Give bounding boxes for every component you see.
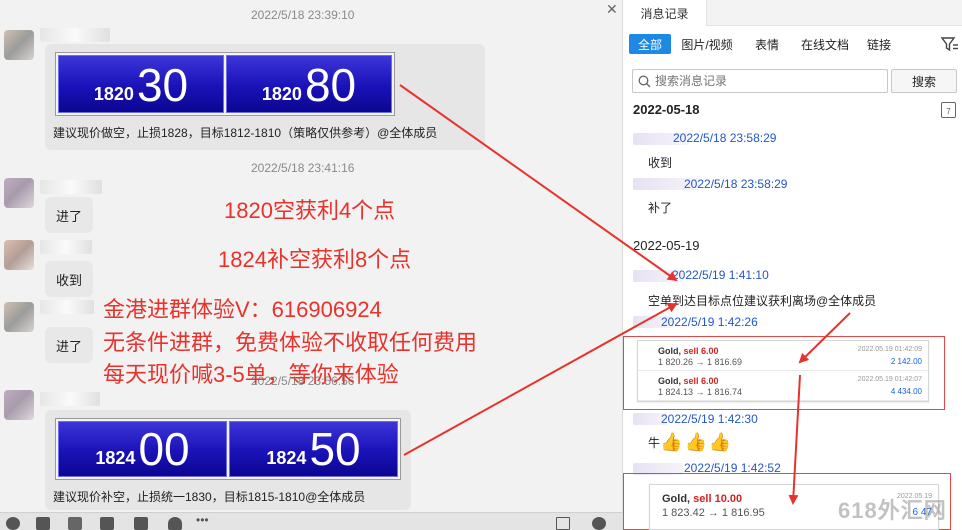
chat-timestamp: 2022/5/18 23:41:16 xyxy=(251,161,355,175)
emoji-icon[interactable] xyxy=(6,517,20,530)
avatar[interactable] xyxy=(4,390,34,420)
message-bubble[interactable]: 进了 xyxy=(45,327,93,363)
avatar[interactable] xyxy=(4,30,34,60)
trade-row: Gold, sell 6.00 1 820.26 → 1 816.69 2022… xyxy=(638,342,928,371)
history-message: 补了 xyxy=(648,201,673,215)
ask-price-cell: 1824 50 xyxy=(229,421,398,477)
thumbs-up-icon: 👍 xyxy=(684,432,707,452)
history-time: 2022/5/18 23:58:29 xyxy=(673,131,777,145)
bid-price-prefix: 1820 xyxy=(93,84,134,104)
trade-date: 2022.05.19 01:42:07 xyxy=(857,376,922,383)
history-time: 2022/5/18 23:58:29 xyxy=(684,177,788,191)
history-time: 2022/5/19 1:42:30 xyxy=(661,412,758,426)
thumbs-up-icon: 👍 xyxy=(708,432,732,452)
trade-symbol: Gold, sell 6.00 xyxy=(658,376,719,386)
ask-price-main: 50 xyxy=(309,423,361,475)
ask-price-cell: 1820 80 xyxy=(226,55,392,113)
trade-price: 1 824.13 → 1 816.74 xyxy=(658,387,743,397)
sender-name-blurred xyxy=(40,392,100,406)
bid-price-cell: 1824 00 xyxy=(58,421,227,477)
profit-annotation-2: 1824补空获利8个点 xyxy=(218,247,412,272)
ask-price-prefix: 1820 xyxy=(261,84,302,104)
message-bubble[interactable]: 进了 xyxy=(45,197,93,233)
folder-icon[interactable] xyxy=(100,517,114,530)
avatar[interactable] xyxy=(4,240,34,270)
message-history-panel: 消息记录 全部 图片/视频 表情 在线文档 链接 搜索 2022-05-18 7… xyxy=(622,0,962,530)
search-button[interactable]: 搜索 xyxy=(891,69,957,93)
ask-price-main: 80 xyxy=(304,59,357,111)
history-clock-icon[interactable] xyxy=(592,517,606,530)
expand-icon[interactable] xyxy=(556,517,570,530)
trade-profit: 4 434.00 xyxy=(890,387,922,396)
history-message: 收到 xyxy=(648,156,673,170)
history-message: 牛 👍 👍 👍 xyxy=(648,432,733,453)
chat-timestamp: 2022/5/18 23:39:10 xyxy=(251,8,355,22)
trade-side: sell 6.00 xyxy=(683,376,719,386)
trade-profit: 2 142.00 xyxy=(890,357,922,366)
history-time: 2022/5/19 1:41:10 xyxy=(672,268,769,282)
trade-side: sell 10.00 xyxy=(693,493,743,505)
promo-line-1: 金港进群体验V：616906924 xyxy=(103,297,382,322)
close-icon[interactable]: ✕ xyxy=(606,1,618,18)
message-bubble[interactable]: 收到 xyxy=(45,261,93,297)
message-text: 建议现价补空，止损统一1830，目标1815-1810@全体成员 xyxy=(53,490,366,504)
ask-price-prefix: 1824 xyxy=(266,448,307,468)
filter-docs[interactable]: 在线文档 xyxy=(795,34,855,54)
history-message: 空单到达目标点位建议获利离场@全体成员 xyxy=(648,294,877,308)
filter-stickers[interactable]: 表情 xyxy=(747,34,787,54)
sender-name-blurred xyxy=(40,28,110,42)
quote-image: 1824 00 1824 50 xyxy=(55,418,401,480)
history-message-text: 牛 xyxy=(648,436,661,450)
filter-icon[interactable] xyxy=(941,36,959,52)
promo-line-2: 无条件进群，免费体验不收取任何费用 xyxy=(103,330,478,355)
filter-all[interactable]: 全部 xyxy=(629,34,671,54)
trade-screenshot[interactable]: Gold, sell 6.00 1 820.26 → 1 816.69 2022… xyxy=(637,340,929,402)
avatar[interactable] xyxy=(4,302,34,332)
image-icon[interactable] xyxy=(134,517,148,530)
message-bubble[interactable]: 1824 00 1824 50 建议现价补空，止损统一1830，目标1815-1… xyxy=(45,410,411,510)
search-input[interactable] xyxy=(655,73,883,89)
sender-name-blurred xyxy=(40,300,94,314)
message-text: 建议现价做空，止损1828，目标1812-1810（策略仅供参考）@全体成员 xyxy=(53,126,438,140)
input-toolbar: ••• xyxy=(0,512,622,530)
gif-icon[interactable] xyxy=(36,517,50,530)
date-header: 2022-05-19 xyxy=(633,238,700,253)
trade-side: sell 6.00 xyxy=(683,346,719,356)
trade-row: Gold, sell 6.00 1 824.13 → 1 816.74 2022… xyxy=(638,372,928,401)
bid-price-main: 00 xyxy=(138,423,190,475)
bid-price-prefix: 1824 xyxy=(95,448,136,468)
message-bubble[interactable]: 1820 30 1820 80 建议现价做空，止损1828，目标1812-181… xyxy=(45,44,485,150)
bid-price-main: 30 xyxy=(136,59,189,111)
scissors-icon[interactable] xyxy=(68,517,82,530)
quote-image: 1820 30 1820 80 xyxy=(55,52,395,116)
search-field[interactable] xyxy=(632,69,888,93)
filter-links[interactable]: 链接 xyxy=(863,34,895,54)
trade-price: 1 820.26 → 1 816.69 xyxy=(658,357,743,367)
trade-symbol: Gold, sell 10.00 xyxy=(662,493,743,505)
more-icon[interactable]: ••• xyxy=(196,513,210,527)
avatar[interactable] xyxy=(4,178,34,208)
search-icon xyxy=(638,75,651,88)
bid-price-cell: 1820 30 xyxy=(58,55,224,113)
promo-line-3: 每天现价喊3-5单，等你来体验 xyxy=(103,362,399,387)
sender-name-blurred xyxy=(40,180,102,194)
history-tab[interactable]: 消息记录 xyxy=(623,0,707,26)
chat-pane: 2022/5/18 23:39:10 1820 30 1820 80 建议现价做… xyxy=(0,0,622,530)
trade-price: 1 823.42 → 1 816.95 xyxy=(662,507,765,519)
trade-symbol: Gold, sell 6.00 xyxy=(658,346,719,356)
sender-name-blurred xyxy=(40,240,92,254)
watermark-logo: 618外汇网 xyxy=(838,498,947,523)
filter-media[interactable]: 图片/视频 xyxy=(677,34,737,54)
thumbs-up-icon: 👍 xyxy=(660,432,683,452)
bell-icon[interactable] xyxy=(168,517,182,530)
calendar-icon[interactable]: 7 xyxy=(941,102,956,118)
trade-date: 2022.05.19 01:42:09 xyxy=(857,346,922,353)
date-header: 2022-05-18 xyxy=(633,102,700,117)
history-time: 2022/5/19 1:42:26 xyxy=(661,315,758,329)
tab-bar xyxy=(707,0,962,26)
profit-annotation-1: 1820空获利4个点 xyxy=(224,198,396,223)
